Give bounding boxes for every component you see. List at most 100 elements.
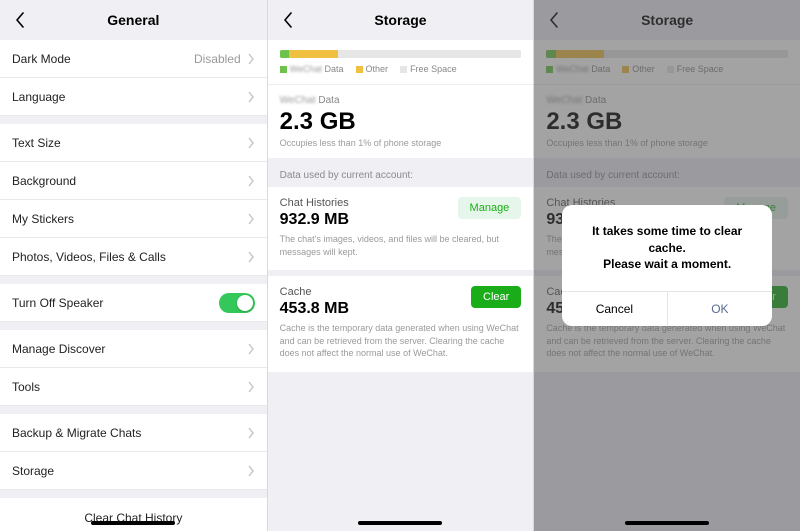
chevron-right-icon xyxy=(247,343,255,355)
clear-chat-history-button[interactable]: Clear Chat History xyxy=(0,498,267,531)
settings-list: Backup & Migrate Chats Storage xyxy=(0,414,267,490)
row-label: Manage Discover xyxy=(12,342,247,356)
usage-suffix: Data xyxy=(318,95,339,106)
legend-label: Other xyxy=(366,64,389,74)
legend-label: Free Space xyxy=(410,64,457,74)
storage-pane: Storage WeChat Data Other Free Space WeC… xyxy=(267,0,534,531)
usage-sub: Occupies less than 1% of phone storage xyxy=(280,138,522,148)
back-button[interactable] xyxy=(278,10,298,30)
chevron-right-icon xyxy=(247,175,255,187)
row-label: My Stickers xyxy=(12,212,247,226)
block-desc: The chat's images, videos, and files wil… xyxy=(280,233,522,258)
settings-list: Dark Mode Disabled Language xyxy=(0,40,267,116)
row-media-calls[interactable]: Photos, Videos, Files & Calls xyxy=(0,238,267,276)
row-value: Disabled xyxy=(194,52,241,66)
back-button[interactable] xyxy=(10,10,30,30)
row-label: Photos, Videos, Files & Calls xyxy=(12,250,247,264)
chevron-left-icon xyxy=(15,12,25,28)
square-icon xyxy=(280,66,287,73)
row-label: Text Size xyxy=(12,136,247,150)
bar-segment-other xyxy=(289,50,337,58)
chevron-right-icon xyxy=(247,251,255,263)
chevron-right-icon xyxy=(247,381,255,393)
block-desc: Cache is the temporary data generated wh… xyxy=(280,322,522,360)
row-label: Turn Off Speaker xyxy=(12,296,219,310)
button-label: Manage xyxy=(470,202,510,214)
dialog-ok-button[interactable]: OK xyxy=(667,292,773,326)
row-label: Storage xyxy=(12,464,247,478)
chevron-right-icon xyxy=(247,91,255,103)
settings-list: Text Size Background My Stickers Photos,… xyxy=(0,124,267,276)
storage-legend: WeChat Data Other Free Space xyxy=(280,64,522,74)
legend-label: Data xyxy=(325,64,344,74)
toggle-on-icon[interactable] xyxy=(219,293,255,313)
bar-segment-free xyxy=(338,50,522,58)
row-background[interactable]: Background xyxy=(0,162,267,200)
chevron-left-icon xyxy=(283,12,293,28)
chevron-right-icon xyxy=(247,427,255,439)
row-tools[interactable]: Tools xyxy=(0,368,267,406)
row-turn-off-speaker[interactable]: Turn Off Speaker xyxy=(0,284,267,322)
row-label: Dark Mode xyxy=(12,52,194,66)
square-icon xyxy=(400,66,407,73)
storage-bar-card: WeChat Data Other Free Space xyxy=(268,40,534,84)
settings-list: Manage Discover Tools xyxy=(0,330,267,406)
storage-pane-with-dialog: Storage WeChat Data Other Free Space WeC… xyxy=(533,0,800,531)
legend-item: Other xyxy=(356,64,389,74)
section-header: Data used by current account: xyxy=(268,158,534,187)
row-label: Language xyxy=(12,90,247,104)
row-text-size[interactable]: Text Size xyxy=(0,124,267,162)
row-label: Tools xyxy=(12,380,247,394)
usage-app-blurred: WeChat xyxy=(280,95,316,106)
dialog-actions: Cancel OK xyxy=(562,291,772,326)
modal-overlay: It takes some time to clear cache. Pleas… xyxy=(534,0,800,531)
chevron-right-icon xyxy=(247,465,255,477)
dialog-line: It takes some time to clear cache. xyxy=(592,224,742,255)
chat-histories-block: Chat Histories 932.9 MB The chat's image… xyxy=(268,187,534,270)
clear-button[interactable]: Clear xyxy=(471,286,521,308)
legend-item: Free Space xyxy=(400,64,457,74)
settings-list: Turn Off Speaker xyxy=(0,284,267,322)
dialog-line: Please wait a moment. xyxy=(603,257,731,271)
chevron-right-icon xyxy=(247,53,255,65)
chevron-right-icon xyxy=(247,137,255,149)
manage-button[interactable]: Manage xyxy=(458,197,522,219)
separator xyxy=(0,116,267,124)
button-label: Cancel xyxy=(596,302,633,316)
storage-bar xyxy=(280,50,522,58)
cache-block: Cache 453.8 MB Cache is the temporary da… xyxy=(268,276,534,372)
home-indicator xyxy=(91,521,175,525)
separator xyxy=(0,490,267,498)
page-title: Storage xyxy=(374,12,426,28)
row-my-stickers[interactable]: My Stickers xyxy=(0,200,267,238)
home-indicator xyxy=(625,521,709,525)
header: Storage xyxy=(268,0,534,40)
row-label: Backup & Migrate Chats xyxy=(12,426,247,440)
usage-value: 2.3 GB xyxy=(280,108,522,136)
square-icon xyxy=(356,66,363,73)
legend-item: WeChat Data xyxy=(280,64,344,74)
row-language[interactable]: Language xyxy=(0,78,267,116)
legend-label-blurred: WeChat xyxy=(290,64,322,74)
home-indicator xyxy=(358,521,442,525)
dialog-cancel-button[interactable]: Cancel xyxy=(562,292,667,326)
separator xyxy=(0,276,267,284)
row-dark-mode[interactable]: Dark Mode Disabled xyxy=(0,40,267,78)
general-settings-pane: General Dark Mode Disabled Language Text… xyxy=(0,0,267,531)
separator xyxy=(0,406,267,414)
storage-usage-card: WeChat Data 2.3 GB Occupies less than 1%… xyxy=(268,84,534,158)
clear-cache-dialog: It takes some time to clear cache. Pleas… xyxy=(562,205,772,326)
page-title: General xyxy=(107,12,159,28)
row-label: Background xyxy=(12,174,247,188)
bar-segment-app xyxy=(280,50,290,58)
separator xyxy=(0,322,267,330)
usage-title: WeChat Data xyxy=(280,95,522,106)
row-backup-migrate[interactable]: Backup & Migrate Chats xyxy=(0,414,267,452)
row-manage-discover[interactable]: Manage Discover xyxy=(0,330,267,368)
chevron-right-icon xyxy=(247,213,255,225)
row-storage[interactable]: Storage xyxy=(0,452,267,490)
header: General xyxy=(0,0,267,40)
dialog-message: It takes some time to clear cache. Pleas… xyxy=(562,205,772,291)
button-label: OK xyxy=(711,302,728,316)
button-label: Clear xyxy=(483,291,509,303)
